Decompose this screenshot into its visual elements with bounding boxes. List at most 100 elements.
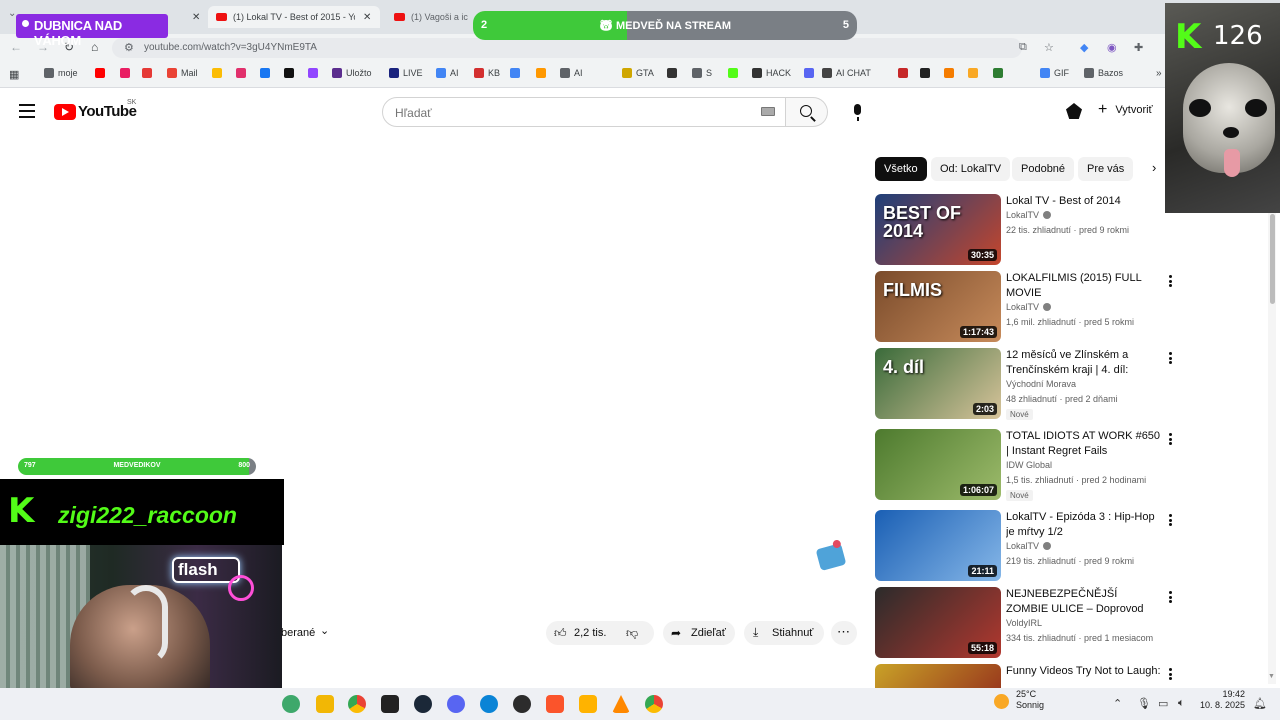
more-actions-button[interactable]: ⋯ — [831, 621, 857, 645]
video-thumbnail[interactable]: 55:18 — [875, 587, 1001, 658]
search-input[interactable]: Hľadať — [382, 97, 786, 127]
bookmark-item[interactable]: AI CHAT — [822, 68, 871, 78]
more-vertical-icon[interactable] — [1169, 591, 1172, 603]
download-button[interactable]: ⤓ Stiahnuť — [744, 621, 824, 645]
brave-icon[interactable] — [546, 695, 564, 713]
recommendation-item[interactable]: 1:06:07 TOTAL IDIOTS AT WORK #650 | Insta… — [875, 429, 1175, 501]
video-title[interactable]: LOKALFILMIS (2015) FULL MOVIE — [1006, 271, 1161, 301]
more-vertical-icon[interactable] — [1169, 514, 1172, 526]
sort-label[interactable]: berané — [281, 627, 315, 639]
more-vertical-icon[interactable] — [1169, 433, 1172, 445]
scrollbar-thumb[interactable] — [1270, 214, 1275, 304]
bookmark-item[interactable] — [212, 68, 226, 78]
file-explorer-icon[interactable] — [316, 695, 334, 713]
bookmark-item[interactable] — [536, 68, 550, 78]
bookmark-item[interactable]: S — [692, 68, 712, 78]
more-vertical-icon[interactable] — [1169, 668, 1172, 680]
bookmark-item[interactable]: Mail — [167, 68, 198, 78]
channel-name[interactable]: VoldyIRL — [1006, 618, 1042, 628]
network-icon[interactable]: ▭ — [1158, 697, 1168, 710]
bookmark-item[interactable] — [308, 68, 322, 78]
extension-icon[interactable]: ◆ — [1080, 41, 1088, 54]
bookmark-item[interactable] — [510, 68, 524, 78]
obs-icon[interactable] — [513, 695, 531, 713]
more-vertical-icon[interactable] — [1169, 352, 1172, 364]
bookmark-item[interactable]: KB — [474, 68, 500, 78]
system-clock[interactable]: 19:42 10. 8. 2025 — [1200, 689, 1245, 711]
chip-related[interactable]: Podobné — [1012, 157, 1075, 181]
recommendation-item[interactable]: FILMIS 1:17:43 LOKALFILMIS (2015) FULL MOV… — [875, 271, 1175, 343]
bookmark-item[interactable]: HACK — [752, 68, 791, 78]
like-count[interactable]: 2,2 tis. — [574, 627, 606, 639]
url-bar[interactable]: ⚙ youtube.com/watch?v=3gU4YNmE9TA — [112, 38, 1022, 58]
bookmark-item[interactable] — [260, 68, 274, 78]
microphone-icon[interactable] — [846, 99, 870, 125]
weather-widget[interactable]: 25°C Sonnig — [1016, 689, 1044, 711]
bookmark-item[interactable] — [284, 68, 298, 78]
bookmark-item[interactable] — [804, 68, 818, 78]
bookmark-item[interactable]: Bazos — [1084, 68, 1123, 78]
site-info-icon[interactable]: ⚙ — [124, 41, 134, 54]
chrome-icon[interactable] — [645, 695, 663, 713]
chevron-up-icon[interactable]: ⌃ — [1113, 697, 1122, 710]
more-vertical-icon[interactable] — [1169, 275, 1172, 287]
apps-grid-icon[interactable]: ▦ — [9, 68, 19, 81]
channel-name[interactable]: Východní Morava — [1006, 379, 1076, 389]
close-icon[interactable]: ✕ — [363, 12, 371, 23]
video-title[interactable]: Lokal TV - Best of 2014 — [1006, 194, 1161, 209]
video-thumbnail[interactable]: FILMIS 1:17:43 — [875, 271, 1001, 342]
scroll-down-icon[interactable]: ▼ — [1268, 673, 1275, 680]
video-thumbnail[interactable]: BEST OF 2014 30:35 — [875, 194, 1001, 265]
bookmark-star-icon[interactable]: ☆ — [1044, 41, 1054, 54]
extension-icon[interactable]: ◉ — [1107, 41, 1117, 54]
bookmark-item[interactable]: Uložto — [332, 68, 372, 78]
epic-games-icon[interactable] — [381, 695, 399, 713]
more-bookmarks-icon[interactable]: » — [1156, 68, 1162, 79]
bookmark-item[interactable]: GTA — [622, 68, 654, 78]
chevron-right-icon[interactable]: › — [1152, 160, 1156, 175]
vlc-icon[interactable] — [612, 695, 630, 713]
bookmark-item[interactable] — [993, 68, 1007, 78]
bookmark-item[interactable] — [236, 68, 250, 78]
discord-icon[interactable] — [447, 695, 465, 713]
channel-name[interactable]: LokalTV — [1006, 302, 1052, 312]
bookmark-item[interactable]: AI — [560, 68, 583, 78]
recommendation-item[interactable]: 21:11 LokalTV - Epizóda 3 : Hip-Hop je mŕ… — [875, 510, 1175, 582]
chrome-icon[interactable] — [348, 695, 366, 713]
tab-youtube-active[interactable]: (1) Lokal TV - Best of 2015 - Yo ✕ — [208, 6, 380, 28]
notification-bell-icon[interactable]: 🔔︎ — [1253, 697, 1267, 710]
video-thumbnail[interactable]: 4. díl 2:03 — [875, 348, 1001, 419]
back-arrow-icon[interactable]: ← — [10, 40, 22, 54]
extensions-puzzle-icon[interactable]: ✚ — [1134, 41, 1143, 54]
recommendation-item[interactable]: 4. díl 2:03 12 měsíců ve Zlínském a Trenčí… — [875, 348, 1175, 420]
bookmark-item[interactable] — [898, 68, 912, 78]
channel-name[interactable]: IDW Global — [1006, 460, 1052, 470]
search-button[interactable] — [786, 97, 828, 127]
bookmark-item[interactable] — [142, 68, 156, 78]
thumbs-up-icon[interactable]: 👍︎ — [554, 626, 567, 641]
edge-icon[interactable] — [480, 695, 498, 713]
video-thumbnail[interactable]: 1:06:07 — [875, 429, 1001, 500]
bookmark-item[interactable] — [667, 68, 681, 78]
channel-name[interactable]: LokalTV — [1006, 210, 1052, 220]
close-icon[interactable]: ✕ — [192, 12, 200, 23]
youtube-logo[interactable]: YouTube — [54, 103, 137, 120]
video-title[interactable]: TOTAL IDIOTS AT WORK #650 | Instant Regr… — [1006, 429, 1161, 459]
bookmark-item[interactable] — [968, 68, 982, 78]
video-thumbnail[interactable]: 21:11 — [875, 510, 1001, 581]
bookmark-item[interactable]: AI — [436, 68, 459, 78]
steam-icon[interactable] — [414, 695, 432, 713]
microphone-tray-icon[interactable]: 🎙︎ — [1137, 697, 1151, 710]
video-title[interactable]: Funny Videos Try Not to Laugh: — [1006, 664, 1161, 679]
bookmark-item[interactable] — [920, 68, 934, 78]
notification-badge-icon[interactable] — [1066, 103, 1082, 119]
bookmark-item[interactable]: GIF — [1040, 68, 1069, 78]
hamburger-menu-icon[interactable] — [19, 104, 35, 118]
create-button[interactable]: + Vytvoriť — [1098, 101, 1153, 119]
chip-all[interactable]: Všetko — [875, 157, 927, 181]
chip-for-you[interactable]: Pre vás — [1078, 157, 1134, 181]
thumbs-down-icon[interactable]: 👎︎ — [626, 626, 638, 641]
app-icon[interactable] — [579, 695, 597, 713]
install-app-icon[interactable]: ⧉ — [1019, 41, 1027, 54]
taskbar-app-icon[interactable] — [282, 695, 300, 713]
